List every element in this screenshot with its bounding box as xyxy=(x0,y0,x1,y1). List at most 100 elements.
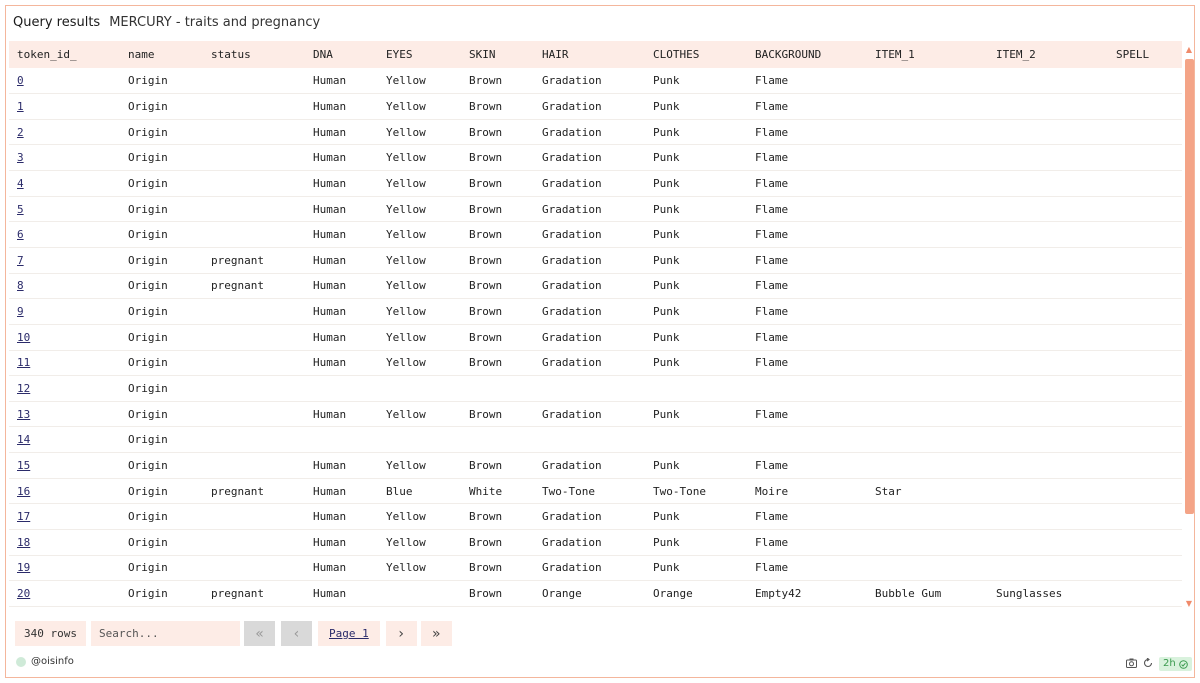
token-id-link[interactable]: 4 xyxy=(9,171,120,197)
vertical-scrollbar[interactable]: ▲ ▼ xyxy=(1184,44,1194,610)
table-cell xyxy=(1108,453,1182,479)
table-cell xyxy=(988,119,1108,145)
token-id-link[interactable]: 0 xyxy=(9,68,120,94)
token-id-link[interactable]: 15 xyxy=(9,453,120,479)
table-cell xyxy=(534,427,645,453)
table-cell: Yellow xyxy=(386,228,426,242)
table-cell: Brown xyxy=(469,407,503,421)
table-cell: Human xyxy=(313,587,347,601)
column-header[interactable]: EYES xyxy=(378,41,461,68)
column-header[interactable]: BACKGROUND xyxy=(747,41,867,68)
table-cell xyxy=(867,68,988,94)
page-indicator[interactable]: Page 1 xyxy=(317,621,380,646)
chevron-left-icon: ‹ xyxy=(293,625,300,642)
table-cell: Punk xyxy=(653,356,680,370)
column-header[interactable]: DNA xyxy=(305,41,378,68)
previous-page-button[interactable]: ‹ xyxy=(280,621,312,646)
token-id-link[interactable]: 5 xyxy=(9,196,120,222)
token-id-link[interactable]: 2 xyxy=(9,119,120,145)
token-id-link[interactable]: 20 xyxy=(9,581,120,607)
table-cell xyxy=(203,68,305,94)
table-cell: Flame xyxy=(755,407,789,421)
token-id-link[interactable]: 11 xyxy=(9,350,120,376)
column-header[interactable]: SPELL xyxy=(1108,41,1182,68)
table-cell xyxy=(1108,401,1182,427)
column-header[interactable]: ITEM_2 xyxy=(988,41,1108,68)
table-cell: Yellow xyxy=(386,356,426,370)
table-cell xyxy=(1108,555,1182,581)
token-id-link[interactable]: 10 xyxy=(9,324,120,350)
table-row: 4 Origin Human Yellow Brown Gradation Punk Flam… xyxy=(9,171,1182,197)
refresh-icon[interactable] xyxy=(1143,657,1153,671)
table-cell: Origin xyxy=(128,279,168,293)
table-cell: Yellow xyxy=(386,279,426,293)
scroll-up-icon[interactable]: ▲ xyxy=(1184,44,1194,56)
table-cell xyxy=(1108,427,1182,453)
search-input[interactable] xyxy=(90,621,240,646)
column-header[interactable]: token_id_ xyxy=(9,41,120,68)
table-cell xyxy=(378,376,461,402)
table-cell: Origin xyxy=(128,587,168,601)
table-cell xyxy=(1108,171,1182,197)
table-cell: Gradation xyxy=(542,535,602,549)
table-row: 6 Origin Human Yellow Brown Gradation Punk Flam… xyxy=(9,222,1182,248)
user-handle[interactable]: @oisinfo xyxy=(31,656,74,667)
token-id-link[interactable]: 9 xyxy=(9,299,120,325)
table-cell xyxy=(1108,324,1182,350)
table-cell: Yellow xyxy=(386,176,426,190)
table-cell: Punk xyxy=(653,510,680,524)
next-page-button[interactable]: › xyxy=(385,621,417,646)
table-cell xyxy=(203,196,305,222)
table-cell: Brown xyxy=(469,356,503,370)
table-cell: Orange xyxy=(653,587,693,601)
results-table-container[interactable]: token_id_ name status DNA EYES SKIN HAIR CLOTHE… xyxy=(9,41,1182,610)
token-id-link[interactable]: 7 xyxy=(9,247,120,273)
table-row: 15 Origin Human Yellow Brown Gradation Punk Fla… xyxy=(9,453,1182,479)
table-cell xyxy=(1108,94,1182,120)
table-cell: Origin xyxy=(128,433,168,447)
table-cell: Brown xyxy=(469,74,503,88)
table-cell: Human xyxy=(313,151,347,165)
column-header[interactable]: status xyxy=(203,41,305,68)
table-cell: Yellow xyxy=(386,407,426,421)
table-cell xyxy=(1108,376,1182,402)
table-row: 20 Origin pregnant Human Brown Orange Orange Em… xyxy=(9,581,1182,607)
table-row: 7 Origin pregnant Human Yellow Brown Gradation… xyxy=(9,247,1182,274)
table-cell xyxy=(988,401,1108,427)
token-id-link[interactable]: 3 xyxy=(9,145,120,171)
first-page-button[interactable]: « xyxy=(243,621,275,646)
token-id-link[interactable]: 19 xyxy=(9,555,120,581)
camera-icon[interactable] xyxy=(1126,658,1137,671)
column-header[interactable]: SKIN xyxy=(461,41,534,68)
table-cell: Gradation xyxy=(542,458,602,472)
table-cell: Punk xyxy=(653,535,680,549)
last-page-button[interactable]: » xyxy=(420,621,452,646)
scroll-down-icon[interactable]: ▼ xyxy=(1184,598,1194,610)
token-id-link[interactable]: 17 xyxy=(9,504,120,530)
token-id-link[interactable]: 13 xyxy=(9,401,120,427)
scrollbar-thumb[interactable] xyxy=(1185,59,1194,514)
table-cell: Yellow xyxy=(386,99,426,113)
table-cell xyxy=(203,222,305,248)
column-header[interactable]: name xyxy=(120,41,203,68)
token-id-link[interactable]: 16 xyxy=(9,478,120,504)
table-cell xyxy=(305,376,378,402)
table-cell xyxy=(988,427,1108,453)
token-id-link[interactable]: 12 xyxy=(9,376,120,402)
token-id-link[interactable]: 18 xyxy=(9,530,120,556)
column-header[interactable]: ITEM_1 xyxy=(867,41,988,68)
table-cell xyxy=(988,171,1108,197)
table-cell: Yellow xyxy=(386,253,426,267)
table-cell xyxy=(988,453,1108,479)
table-cell: Gradation xyxy=(542,151,602,165)
query-name[interactable]: MERCURY - traits and pregnancy xyxy=(109,15,320,30)
table-cell: Gradation xyxy=(542,305,602,319)
column-header[interactable]: CLOTHES xyxy=(645,41,747,68)
token-id-link[interactable]: 8 xyxy=(9,273,120,299)
table-cell xyxy=(867,171,988,197)
token-id-link[interactable]: 1 xyxy=(9,94,120,120)
column-header[interactable]: HAIR xyxy=(534,41,645,68)
token-id-link[interactable]: 6 xyxy=(9,222,120,248)
token-id-link[interactable]: 14 xyxy=(9,427,120,453)
table-cell: Brown xyxy=(469,587,503,601)
